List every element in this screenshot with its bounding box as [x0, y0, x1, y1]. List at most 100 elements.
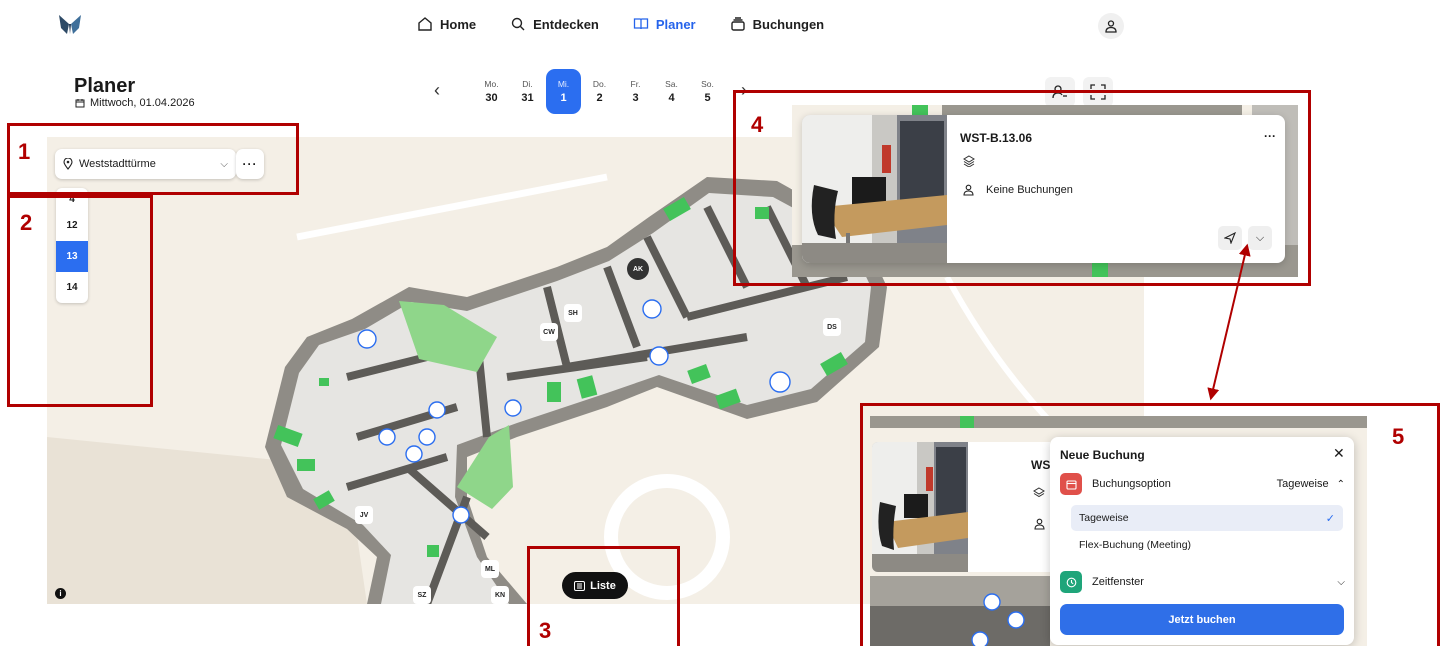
- location-value: Weststadttürme: [79, 158, 156, 170]
- day-thursday[interactable]: Do. 2: [582, 69, 617, 114]
- list-view-label: Liste: [590, 579, 616, 592]
- annotation-number-2: 2: [20, 210, 33, 235]
- stack-icon: [730, 17, 745, 31]
- profile-button[interactable]: [1098, 13, 1124, 39]
- calendar-icon: [75, 99, 85, 108]
- map-label-sh[interactable]: SH: [564, 304, 582, 322]
- office-photo: [872, 442, 968, 572]
- day-number: 4: [668, 92, 675, 104]
- workplace-photo: [872, 442, 968, 572]
- page-title: Planer: [74, 75, 136, 97]
- booking-option-label: Buchungsoption: [1092, 478, 1171, 490]
- date-strip: Mo. 30 Di. 31 Mi. 1 Do. 2 Fr. 3 Sa. 4 So. 5: [474, 69, 725, 114]
- nav-home[interactable]: Home: [417, 16, 476, 32]
- dialog-title: Neue Buchung: [1060, 448, 1145, 462]
- time-window-label: Zeitfenster: [1092, 576, 1144, 588]
- location-more-button[interactable]: ···: [236, 149, 264, 179]
- annotation-number-1: 1: [18, 139, 31, 164]
- annotation-number-4: 4: [751, 112, 764, 137]
- workplace-card: WST-B.13.06 ··· Keine Buchungen ⌵: [802, 115, 1285, 263]
- nav-planner[interactable]: Planer: [633, 16, 696, 32]
- user-icon: [1034, 517, 1045, 535]
- nav-discover-label: Entdecken: [533, 16, 599, 32]
- top-navigation: Home Entdecken Planer Buchungen: [47, 0, 1144, 52]
- workplace-photo: [802, 115, 947, 263]
- chevron-up-icon: ⌃: [1336, 478, 1345, 490]
- nav-discover[interactable]: Entdecken: [510, 16, 599, 32]
- nav-home-label: Home: [440, 16, 477, 32]
- next-week-button[interactable]: ›: [741, 80, 747, 101]
- map-label-ds[interactable]: DS: [823, 318, 841, 336]
- more-horizontal-icon: ···: [242, 157, 258, 171]
- selected-date-label: Mittwoch, 01.04.2026: [90, 97, 195, 109]
- close-icon[interactable]: ✕: [1333, 445, 1345, 462]
- book-now-button[interactable]: Jetzt buchen: [1060, 604, 1344, 635]
- day-number: 5: [704, 92, 711, 104]
- day-tuesday[interactable]: Di. 31: [510, 69, 545, 114]
- layers-icon: [963, 155, 975, 170]
- expand-button[interactable]: ⌵: [1248, 226, 1272, 250]
- day-monday[interactable]: Mo. 30: [474, 69, 509, 114]
- booking-option-row[interactable]: Buchungsoption Tageweise ⌃: [1060, 472, 1345, 496]
- workplace-card-partial: WS: [968, 442, 1050, 572]
- clock-icon: [1060, 571, 1082, 593]
- day-wednesday[interactable]: Mi. 1: [546, 69, 581, 114]
- day-name: Do.: [592, 79, 607, 89]
- nav-bookings[interactable]: Buchungen: [730, 16, 825, 32]
- day-name: Fr.: [630, 79, 641, 89]
- workplace-more-button[interactable]: ···: [1264, 129, 1276, 143]
- home-icon: [418, 17, 432, 31]
- day-name: Sa.: [665, 79, 678, 89]
- user-search-icon: [1052, 85, 1067, 99]
- map-label-jv[interactable]: JV: [355, 506, 373, 524]
- workplace-title: WST-B.13.06: [960, 131, 1033, 145]
- day-number: 30: [485, 92, 498, 104]
- fullscreen-button[interactable]: [1083, 77, 1113, 107]
- option-flex-booking[interactable]: Flex-Buchung (Meeting): [1071, 532, 1343, 558]
- chevron-down-icon: ⌵: [1255, 231, 1265, 244]
- map-label-cw[interactable]: CW: [540, 323, 558, 341]
- send-icon: [1224, 232, 1236, 244]
- day-name: So.: [701, 79, 714, 89]
- people-filter-button[interactable]: [1045, 77, 1075, 107]
- nav-bookings-label: Buchungen: [752, 16, 825, 32]
- map-label-kn[interactable]: KN: [491, 586, 509, 604]
- time-window-row[interactable]: Zeitfenster ⌵: [1060, 570, 1345, 594]
- day-number: 2: [596, 92, 603, 104]
- list-icon: [574, 580, 586, 591]
- info-icon[interactable]: i: [55, 588, 66, 599]
- previous-week-button[interactable]: ‹: [434, 80, 440, 101]
- navigate-button[interactable]: [1218, 226, 1242, 250]
- booking-option-value: Tageweise: [1276, 478, 1329, 490]
- day-number: 31: [521, 92, 534, 104]
- day-number: 1: [560, 92, 567, 104]
- booking-dialog-zoom: WS Neue Buchung ✕ Buchungsoption Tagewei…: [870, 416, 1367, 646]
- layers-icon: [1033, 486, 1045, 504]
- butterfly-logo-icon[interactable]: [57, 12, 83, 38]
- floor-item[interactable]: 14: [56, 272, 88, 303]
- map-label-ak[interactable]: AK: [627, 258, 649, 280]
- map-label-sz[interactable]: SZ: [413, 586, 431, 604]
- booking-status-label: Keine Buchungen: [986, 184, 1073, 196]
- day-name: Mi.: [557, 79, 570, 89]
- floor-item-active[interactable]: 13: [56, 241, 88, 272]
- day-number: 3: [632, 92, 639, 104]
- focus-icon: [1090, 84, 1106, 100]
- floor-item[interactable]: 4: [56, 188, 88, 210]
- list-view-button[interactable]: Liste: [562, 572, 628, 599]
- day-sunday[interactable]: So. 5: [690, 69, 725, 114]
- day-friday[interactable]: Fr. 3: [618, 69, 653, 114]
- workplace-card-zoom: WST-B.13.06 ··· Keine Buchungen ⌵: [792, 105, 1298, 277]
- map-pin-icon: [63, 158, 73, 170]
- location-select[interactable]: Weststadttürme ⌵: [55, 149, 236, 179]
- day-saturday[interactable]: Sa. 4: [654, 69, 689, 114]
- office-photo: [802, 115, 947, 263]
- option-tageweise[interactable]: Tageweise ✓: [1071, 505, 1343, 531]
- check-icon: ✓: [1325, 512, 1335, 525]
- annotation-number-5: 5: [1392, 424, 1405, 449]
- calendar-icon: [1060, 473, 1082, 495]
- map-label-ml[interactable]: ML: [481, 560, 499, 578]
- nav-planner-label: Planer: [655, 16, 696, 32]
- workplace-title-partial: WS: [1031, 458, 1051, 472]
- floor-item[interactable]: 12: [56, 210, 88, 241]
